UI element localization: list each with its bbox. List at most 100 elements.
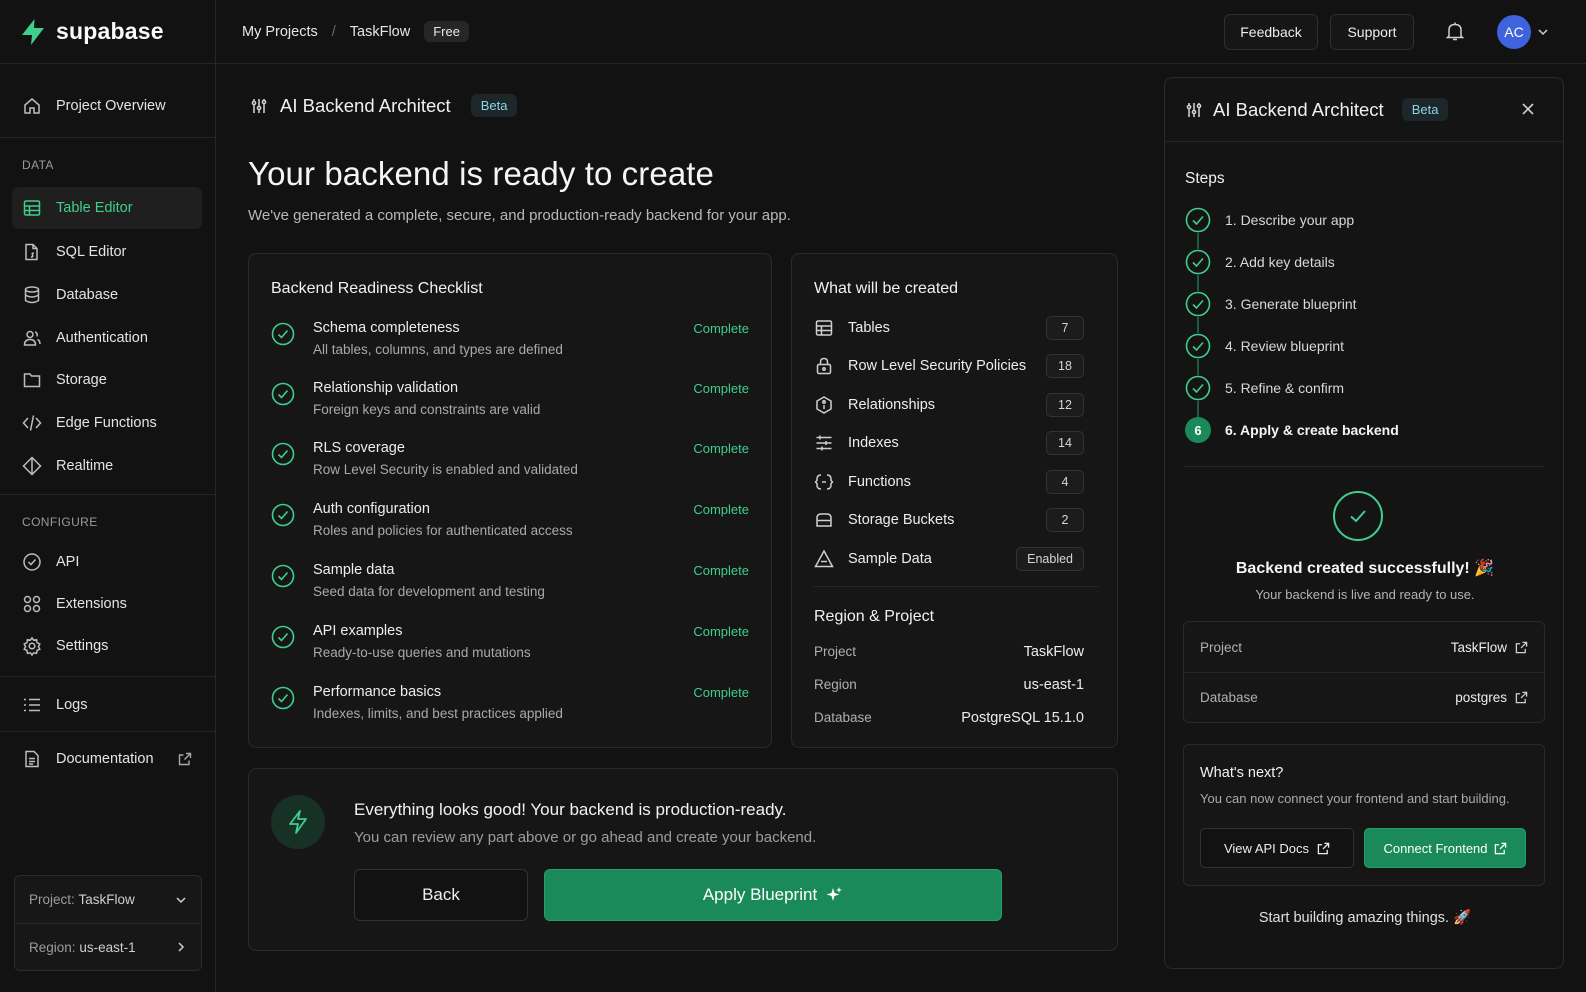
avatar[interactable]: AC (1497, 15, 1531, 49)
brand[interactable]: supabase (0, 0, 215, 64)
sidebar-item-api[interactable]: API (12, 541, 202, 583)
page-title: Your backend is ready to create (248, 155, 715, 192)
connect-frontend-button[interactable]: Connect Frontend (1364, 828, 1526, 868)
project-selector[interactable]: Project: TaskFlow (15, 876, 201, 923)
checklist-item-status: Complete (693, 321, 749, 336)
sidebar-item-label: Documentation (56, 751, 154, 767)
external-link-icon (178, 752, 192, 766)
panel-header: AI Backend Architect Beta (1165, 78, 1563, 142)
breadcrumb-separator: / (331, 23, 336, 40)
created-item-tables: Tables 7 (814, 314, 1084, 342)
sidebar-item-label: Edge Functions (56, 415, 157, 431)
divider (0, 731, 216, 732)
region-selector[interactable]: Region: us-east-1 (15, 923, 201, 970)
ready-card: Everything looks good! Your backend is p… (248, 768, 1118, 951)
sidebar-item-edge-functions[interactable]: Edge Functions (12, 402, 202, 444)
check-icon (1350, 510, 1366, 523)
document-icon (25, 750, 39, 768)
info-value: TaskFlow (1450, 639, 1507, 655)
sidebar-item-label: Extensions (56, 596, 127, 612)
connect-frontend-label: Connect Frontend (1383, 840, 1488, 856)
bolt-badge (271, 795, 325, 849)
divider (1183, 466, 1545, 467)
info-value-link[interactable]: postgres (1455, 690, 1528, 705)
apply-blueprint-button[interactable]: Apply Blueprint (544, 869, 1002, 921)
feedback-button[interactable]: Feedback (1224, 14, 1318, 50)
bell-icon[interactable] (1444, 20, 1466, 42)
checklist-title: Backend Readiness Checklist (271, 280, 483, 297)
sidebar-item-label: API (56, 554, 80, 570)
created-item-sample-data: Sample Data Enabled (814, 545, 1084, 573)
step-connector (1197, 359, 1199, 375)
info-key: Project (1200, 639, 1243, 655)
info-value-link[interactable]: TaskFlow (1451, 640, 1528, 655)
checklist-item-status: Complete (693, 685, 749, 700)
check-circle-icon (271, 625, 295, 649)
checklist-item-title: Auth configuration (313, 501, 430, 517)
created-item-functions: Functions 4 (814, 468, 1084, 496)
checklist-item-status: Complete (693, 381, 749, 396)
external-link-icon (1317, 842, 1330, 854)
created-item-count: 2 (1046, 508, 1084, 532)
relationship-icon (816, 396, 832, 414)
support-button[interactable]: Support (1330, 14, 1414, 50)
step-1[interactable]: 1. Describe your app (1185, 207, 1354, 233)
check-circle-icon (1185, 207, 1211, 233)
supabase-logo-icon (22, 18, 44, 45)
step-label: 1. Describe your app (1225, 212, 1355, 228)
step-3[interactable]: 3. Generate blueprint (1185, 291, 1357, 317)
sidebar-item-table-editor[interactable]: Table Editor (12, 187, 202, 229)
breadcrumb-project[interactable]: TaskFlow (350, 24, 410, 40)
region-row-key: Project (814, 644, 857, 659)
close-icon[interactable] (1521, 102, 1535, 116)
sidebar-item-extensions[interactable]: Extensions (12, 583, 202, 625)
sidebar-item-logs[interactable]: Logs (12, 684, 202, 726)
folder-icon (23, 373, 41, 388)
view-api-docs-label: View API Docs (1223, 840, 1310, 856)
sidebar-item-realtime[interactable]: Realtime (12, 445, 202, 487)
sidebar-item-settings[interactable]: Settings (12, 625, 202, 667)
checklist-item: Relationship validation Foreign keys and … (271, 378, 749, 428)
breadcrumb-my-projects[interactable]: My Projects (242, 24, 318, 40)
sidebar-item-documentation[interactable]: Documentation (12, 738, 202, 780)
checklist-item: Sample data Seed data for development and… (271, 560, 749, 610)
step-2[interactable]: 2. Add key details (1185, 249, 1335, 275)
step-number: 6 (1185, 417, 1211, 443)
sidebar-item-database[interactable]: Database (12, 274, 202, 316)
sidebar-item-label: Realtime (56, 458, 114, 474)
created-item-label: Row Level Security Policies (848, 358, 1027, 374)
sidebar-item-storage[interactable]: Storage (12, 359, 202, 401)
checklist-item: Auth configuration Roles and policies for… (271, 499, 749, 549)
check-circle-icon (271, 382, 295, 406)
gear-icon (23, 636, 41, 656)
view-api-docs-button[interactable]: View API Docs (1200, 828, 1354, 868)
users-icon (23, 330, 41, 346)
check-circle-icon (271, 322, 295, 346)
info-row-database: Database postgres (1184, 672, 1544, 722)
created-item-count: 14 (1046, 431, 1084, 455)
sidebar-item-authentication[interactable]: Authentication (12, 317, 202, 359)
checklist-item: Performance basics Indexes, limits, and b… (271, 682, 749, 732)
created-title: What will be created (814, 280, 959, 297)
created-item-rls-policies: Row Level Security Policies 18 (814, 352, 1084, 380)
sidebar-item-sql-editor[interactable]: SQL Editor (12, 231, 202, 273)
back-button[interactable]: Back (354, 869, 528, 921)
sliders-icon (251, 98, 267, 113)
chevron-down-icon[interactable] (1537, 26, 1549, 38)
sidebar-item-label: Settings (56, 638, 109, 654)
sidebar-item-label: Table Editor (56, 200, 133, 216)
region-value: us-east-1 (79, 939, 136, 955)
checklist-item-title: Sample data (313, 562, 395, 578)
step-4[interactable]: 4. Review blueprint (1185, 333, 1344, 359)
checklist-item-status: Complete (693, 502, 749, 517)
created-item-storage-buckets: Storage Buckets 2 (814, 506, 1084, 534)
region-row-region: Region us-east-1 (814, 677, 1084, 693)
step-6-current[interactable]: 6 6. Apply & create backend (1185, 417, 1399, 443)
created-item-status: Enabled (1016, 547, 1084, 571)
sliders-icon (1186, 102, 1202, 117)
step-5[interactable]: 5. Refine & confirm (1185, 375, 1344, 401)
sidebar-item-label: Project Overview (56, 98, 166, 114)
chevron-right-icon (178, 942, 185, 952)
plan-badge: Free (424, 21, 469, 42)
sidebar-item-project-overview[interactable]: Project Overview (12, 85, 202, 127)
